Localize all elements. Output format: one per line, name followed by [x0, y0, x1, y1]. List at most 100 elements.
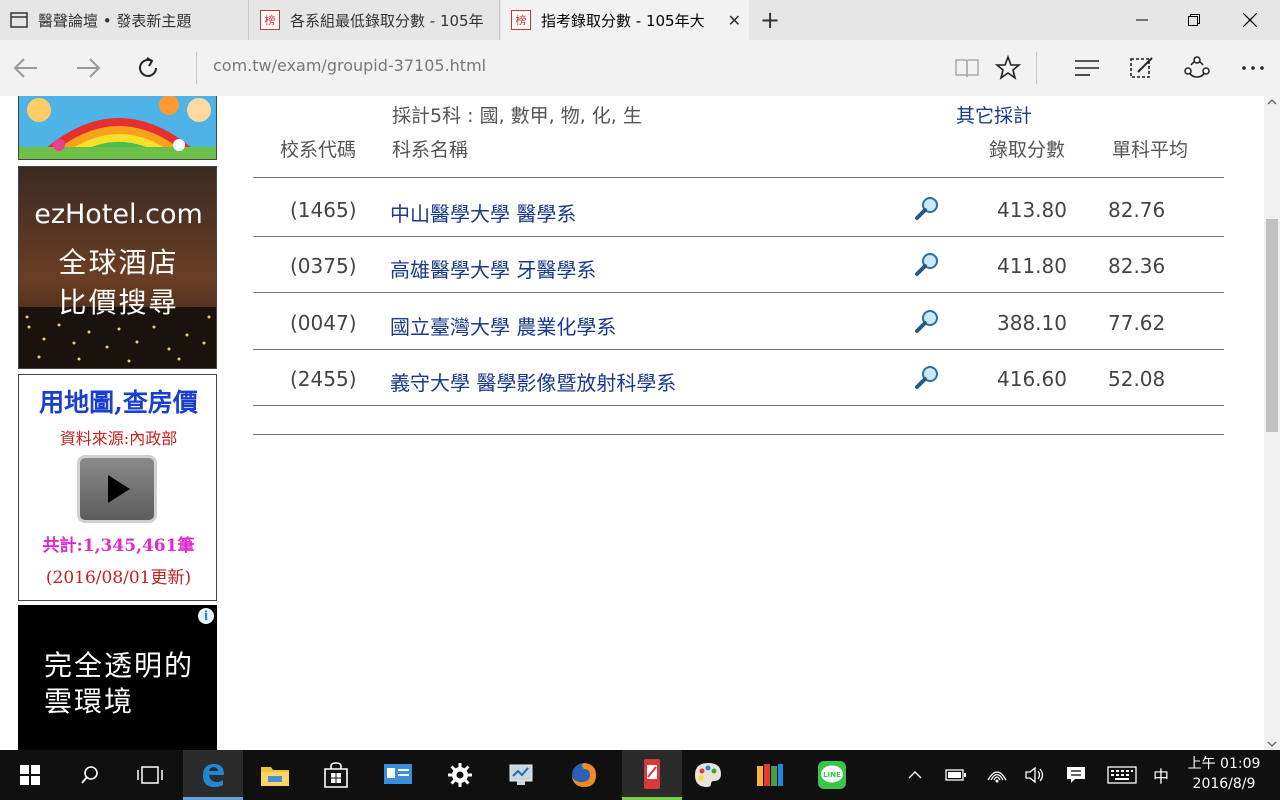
taskbar: LINE 中 上午 01:09 2016/8/9	[0, 750, 1280, 800]
show-hidden-icons[interactable]	[902, 750, 928, 800]
input-method-indicator[interactable]: 中	[1148, 750, 1174, 800]
table-row: (0375) 高雄醫學大學 牙醫學系 411.80 82.36	[253, 237, 1224, 293]
department-link[interactable]: 國立臺灣大學 農業化學系	[390, 311, 616, 340]
page-content: ezHotel.com 全球酒店 比價搜尋 用地圖,查房價 資料來源:內政部 共…	[0, 96, 1280, 750]
url-field[interactable]: com.tw/exam/groupid-37105.html	[213, 56, 486, 75]
forward-button[interactable]	[70, 50, 106, 86]
ad-brand: ezHotel.com	[34, 199, 203, 230]
start-button[interactable]	[0, 750, 60, 800]
minimize-button[interactable]	[1114, 0, 1170, 40]
department-link[interactable]: 高雄醫學大學 牙醫學系	[390, 254, 596, 283]
magnifier-icon[interactable]	[913, 251, 941, 279]
pen-note-icon	[1130, 57, 1153, 78]
tab-title: 指考錄取分數 - 105年大	[541, 11, 705, 30]
firefox-button[interactable]	[554, 750, 614, 800]
search-button[interactable]	[60, 750, 120, 800]
ad-source: 資料來源:內政部	[59, 429, 178, 448]
clock-time: 上午 01:09	[1187, 756, 1261, 772]
header-code: 校系代碼	[280, 139, 357, 161]
ad-ezhotel[interactable]: ezHotel.com 全球酒店 比價搜尋	[18, 166, 217, 369]
web-note-button[interactable]	[1126, 52, 1158, 84]
app-button[interactable]	[740, 750, 800, 800]
adchoices-icon[interactable]: i	[198, 608, 214, 624]
app-button[interactable]	[492, 750, 552, 800]
admission-score: 411.80	[997, 254, 1067, 278]
divider	[1036, 52, 1037, 84]
refresh-button[interactable]	[130, 50, 166, 86]
search-icon	[81, 766, 98, 784]
scroll-down-icon	[1267, 741, 1277, 747]
edge-taskbar-button[interactable]	[183, 750, 243, 800]
magnifier-icon[interactable]	[913, 308, 941, 336]
clock[interactable]: 上午 01:09 2016/8/9	[1184, 754, 1264, 794]
firefox-icon	[572, 763, 596, 787]
battery-button[interactable]	[942, 750, 970, 800]
app-button[interactable]	[622, 750, 682, 800]
chevron-up-icon	[908, 771, 922, 779]
table-divider	[253, 405, 1224, 406]
play-button-icon[interactable]	[77, 455, 157, 523]
action-center-button[interactable]	[1062, 750, 1090, 800]
settings-button[interactable]	[430, 750, 490, 800]
address-bar: com.tw/exam/groupid-37105.html	[0, 40, 1280, 97]
subject-average: 82.76	[1108, 198, 1166, 222]
book-icon	[955, 59, 979, 78]
table-row: (1465) 中山醫學大學 醫學系 413.80 82.76	[253, 181, 1224, 237]
ad-cloud[interactable]: i 完全透明的 雲環境	[18, 605, 217, 750]
hub-button[interactable]	[1071, 52, 1103, 84]
share-button[interactable]	[1181, 52, 1213, 84]
touch-keyboard-button[interactable]	[1104, 750, 1140, 800]
back-button[interactable]	[8, 50, 44, 86]
magnifier-icon[interactable]	[913, 364, 941, 392]
scrollbar-thumb[interactable]	[1266, 219, 1278, 432]
ad-rainbow-banner[interactable]	[18, 96, 217, 160]
restore-button[interactable]	[1166, 0, 1222, 40]
monitor-app-icon	[509, 764, 533, 785]
more-dots-icon	[1242, 66, 1264, 70]
close-window-button[interactable]	[1222, 0, 1278, 40]
admission-score: 416.60	[997, 367, 1067, 391]
store-button[interactable]	[306, 750, 366, 800]
reading-view-button[interactable]	[951, 52, 983, 84]
back-arrow-icon	[13, 58, 37, 78]
magnifier-icon[interactable]	[913, 195, 941, 223]
app-button[interactable]	[368, 750, 428, 800]
task-view-button[interactable]	[120, 750, 180, 800]
keyboard-icon	[1107, 766, 1137, 784]
school-code: (0047)	[290, 311, 357, 335]
line-app-icon: LINE	[818, 761, 846, 789]
clock-date: 2016/8/9	[1192, 776, 1256, 792]
tab-active[interactable]: 榜 指考錄取分數 - 105年大 ✕	[501, 0, 749, 40]
star-icon	[995, 55, 1021, 80]
ad-house-prices[interactable]: 用地圖,查房價 資料來源:內政部 共計:1,345,461筆 (2016/08/…	[18, 374, 217, 601]
svg-text:LINE: LINE	[823, 771, 841, 779]
favorite-button[interactable]	[992, 52, 1024, 84]
volume-button[interactable]	[1021, 750, 1049, 800]
line-button[interactable]: LINE	[802, 750, 862, 800]
header-score: 錄取分數	[989, 139, 1066, 161]
hub-lines-icon	[1075, 60, 1099, 76]
network-button[interactable]	[983, 750, 1011, 800]
tab-forum[interactable]: 醫聲論壇 • 發表新主題	[0, 0, 249, 40]
ad-headline: 用地圖,查房價	[39, 388, 198, 417]
contact-card-icon	[384, 764, 412, 784]
file-explorer-button[interactable]	[245, 750, 305, 800]
rainbow-illustration	[19, 96, 216, 159]
subject-average: 52.08	[1108, 367, 1166, 391]
other-criteria-link[interactable]: 其它採計	[956, 101, 1032, 128]
department-link[interactable]: 義守大學 醫學影像暨放射科學系	[390, 367, 676, 396]
favicon-glyph: 榜	[515, 14, 527, 27]
tab-scores[interactable]: 榜 各系組最低錄取分數 - 105年	[250, 0, 500, 40]
new-tab-button[interactable]: +	[756, 6, 784, 34]
site-favicon: 榜	[511, 10, 531, 30]
admission-score: 388.10	[997, 311, 1067, 335]
vertical-scrollbar[interactable]	[1264, 96, 1280, 750]
school-code: (1465)	[290, 198, 357, 222]
ad-line: 全球酒店	[58, 246, 179, 279]
department-link[interactable]: 中山醫學大學 醫學系	[390, 198, 576, 227]
paint-button[interactable]	[678, 750, 738, 800]
close-tab-icon[interactable]: ✕	[728, 11, 741, 30]
wine-app-icon	[644, 758, 660, 789]
more-button[interactable]	[1237, 52, 1269, 84]
ad-updated: (2016/08/01更新)	[45, 568, 192, 588]
